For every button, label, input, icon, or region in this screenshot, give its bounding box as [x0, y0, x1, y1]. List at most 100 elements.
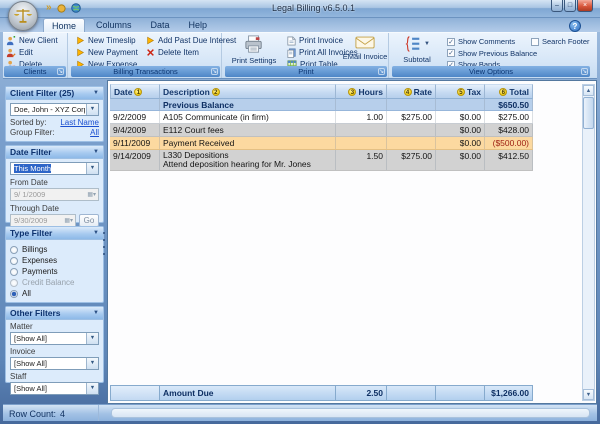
- content-area: Client Filter (25) ▼ Doe, John - XYZ Cor…: [3, 80, 597, 404]
- previous-balance-row[interactable]: Previous Balance $650.50: [110, 99, 533, 111]
- other-filters-panel: Other Filters ▼ Matter [Show All] ▼ Invo…: [5, 306, 104, 383]
- globe-icon[interactable]: [71, 3, 81, 13]
- group-filter-link[interactable]: All: [90, 128, 99, 137]
- chevron-down-icon[interactable]: ▼: [86, 163, 98, 174]
- row-count: Row Count: 4: [3, 405, 99, 421]
- client-filter-panel: Client Filter (25) ▼ Doe, John - XYZ Cor…: [5, 86, 104, 142]
- help-icon[interactable]: ?: [569, 20, 581, 32]
- tab-home[interactable]: Home: [43, 18, 85, 32]
- type-radio-payments[interactable]: Payments: [10, 266, 99, 277]
- scrollbar-thumb[interactable]: [583, 97, 594, 129]
- gold-hand-icon[interactable]: [57, 4, 66, 13]
- checkbox-icon: [447, 49, 455, 57]
- row-count-value: 4: [60, 409, 65, 419]
- radio-icon: [10, 279, 18, 287]
- new-client-button[interactable]: New Client: [3, 35, 67, 46]
- minimize-button[interactable]: –: [551, 0, 563, 12]
- chevron-down-icon[interactable]: ▼: [93, 307, 99, 320]
- dialog-launcher-icon[interactable]: ↘: [211, 68, 218, 75]
- client-select[interactable]: Doe, John - XYZ Corporatio ▼: [10, 103, 99, 116]
- radio-icon: [10, 290, 18, 298]
- gold-chevrons-icon[interactable]: »: [46, 3, 52, 13]
- title-bar: Legal Billing v6.5.0.1: [0, 0, 600, 18]
- email-invoice-button[interactable]: EMail Invoice: [342, 35, 388, 61]
- show-comments-checkbox[interactable]: Show Comments: [447, 37, 537, 47]
- invoice-label: Invoice: [10, 347, 99, 356]
- column-header-date[interactable]: Date 1: [110, 84, 160, 99]
- date-filter-header[interactable]: Date Filter ▼: [6, 146, 103, 159]
- vertical-scrollbar[interactable]: ▲ ▼: [582, 84, 595, 401]
- chevron-down-icon[interactable]: ▼: [86, 383, 98, 394]
- dialog-launcher-icon[interactable]: ↘: [57, 68, 64, 75]
- column-header-hours[interactable]: 3 Hours: [336, 84, 387, 99]
- client-filter-header[interactable]: Client Filter (25) ▼: [6, 87, 103, 100]
- invoice-select[interactable]: [Show All] ▼: [10, 357, 99, 370]
- scroll-up-icon[interactable]: ▲: [583, 85, 594, 96]
- table-row[interactable]: 9/14/2009 L330 Depositions Attend deposi…: [110, 150, 533, 171]
- scroll-down-icon[interactable]: ▼: [583, 389, 594, 400]
- type-radio-expenses[interactable]: Expenses: [10, 255, 99, 266]
- group-caption-clients: Clients ↘: [4, 66, 66, 77]
- table-row[interactable]: 9/2/2009 A105 Communicate (in firm) 1.00…: [110, 111, 533, 124]
- print-settings-button[interactable]: Print Settings: [226, 35, 282, 65]
- person-edit-icon: [6, 48, 16, 58]
- add-past-due-interest-button[interactable]: Add Past Due Interest: [143, 35, 221, 46]
- new-payment-button[interactable]: New Payment: [73, 47, 141, 58]
- dialog-launcher-icon[interactable]: ↘: [378, 68, 385, 75]
- tab-data[interactable]: Data: [143, 18, 178, 32]
- gold-arrow-icon: [76, 36, 85, 45]
- amount-due-total: $1,266.00: [485, 385, 533, 401]
- app-menu-orb[interactable]: [8, 1, 38, 31]
- horizontal-scrollbar[interactable]: [111, 408, 590, 418]
- window-title: Legal Billing v6.5.0.1: [272, 3, 355, 13]
- type-radio-all[interactable]: All: [10, 288, 99, 299]
- sidebar-splitter[interactable]: [103, 232, 106, 255]
- tab-columns[interactable]: Columns: [88, 18, 140, 32]
- checkbox-icon: [531, 38, 539, 46]
- edit-client-button[interactable]: Edit: [3, 47, 67, 58]
- chevron-down-icon[interactable]: ▼: [93, 146, 99, 159]
- tab-help[interactable]: Help: [181, 18, 216, 32]
- through-date-label: Through Date: [10, 204, 99, 213]
- staff-select[interactable]: [Show All] ▼: [10, 382, 99, 395]
- chevron-down-icon[interactable]: ▼: [86, 104, 98, 115]
- search-footer-checkbox[interactable]: Search Footer: [531, 37, 589, 47]
- column-header-total[interactable]: 6 Total: [485, 84, 533, 99]
- chevron-down-icon[interactable]: ▼: [93, 87, 99, 100]
- matter-label: Matter: [10, 322, 99, 331]
- type-radio-billings[interactable]: Billings: [10, 244, 99, 255]
- chevron-down-icon[interactable]: ▼: [86, 333, 98, 344]
- grid-header-row: Date 1 Description 2 3 Hours 4 Rate 5: [110, 84, 533, 99]
- close-button[interactable]: ×: [577, 0, 593, 12]
- column-header-tax[interactable]: 5 Tax: [436, 84, 485, 99]
- table-row-payment[interactable]: 9/11/2009 Payment Received $0.00 ($500.0…: [110, 137, 533, 150]
- column-header-rate[interactable]: 4 Rate: [387, 84, 436, 99]
- column-header-description[interactable]: Description 2: [160, 84, 336, 99]
- chevron-down-icon[interactable]: ▼: [86, 358, 98, 369]
- print-all-invoices-button[interactable]: Print All Invoices: [284, 47, 346, 58]
- calendar-icon: ▦▾: [64, 217, 73, 224]
- other-filters-header[interactable]: Other Filters ▼: [6, 307, 103, 320]
- type-filter-header[interactable]: Type Filter ▼: [6, 227, 103, 240]
- dialog-launcher-icon[interactable]: ↘: [581, 68, 588, 75]
- sorted-by-link[interactable]: Last Name: [60, 118, 99, 127]
- date-preset-select[interactable]: This Month ▼: [10, 162, 99, 175]
- documents-icon: [287, 48, 296, 58]
- column-badge: 2: [212, 88, 220, 96]
- chevron-down-icon[interactable]: ▼: [424, 41, 430, 47]
- date-filter-panel: Date Filter ▼ This Month ▼ From Date 9/ …: [5, 145, 104, 223]
- from-date-field: 9/ 1/2009 ▦▾: [10, 188, 99, 201]
- maximize-button[interactable]: □: [564, 0, 576, 12]
- delete-item-button[interactable]: Delete Item: [143, 47, 221, 58]
- chevron-down-icon[interactable]: ▼: [93, 227, 99, 240]
- matter-select[interactable]: [Show All] ▼: [10, 332, 99, 345]
- envelope-icon: [355, 35, 375, 50]
- show-previous-balance-checkbox[interactable]: Show Previous Balance: [447, 48, 537, 58]
- table-row[interactable]: 9/4/2009 E112 Court fees $0.00 $428.00: [110, 124, 533, 137]
- subtotal-button[interactable]: ▼ Subtotal: [395, 35, 439, 64]
- app-window: Legal Billing v6.5.0.1 » – □: [0, 0, 600, 424]
- new-timeslip-button[interactable]: New Timeslip: [73, 35, 141, 46]
- column-badge: 6: [499, 88, 507, 96]
- radio-icon: [10, 268, 18, 276]
- print-invoice-button[interactable]: Print Invoice: [284, 35, 346, 46]
